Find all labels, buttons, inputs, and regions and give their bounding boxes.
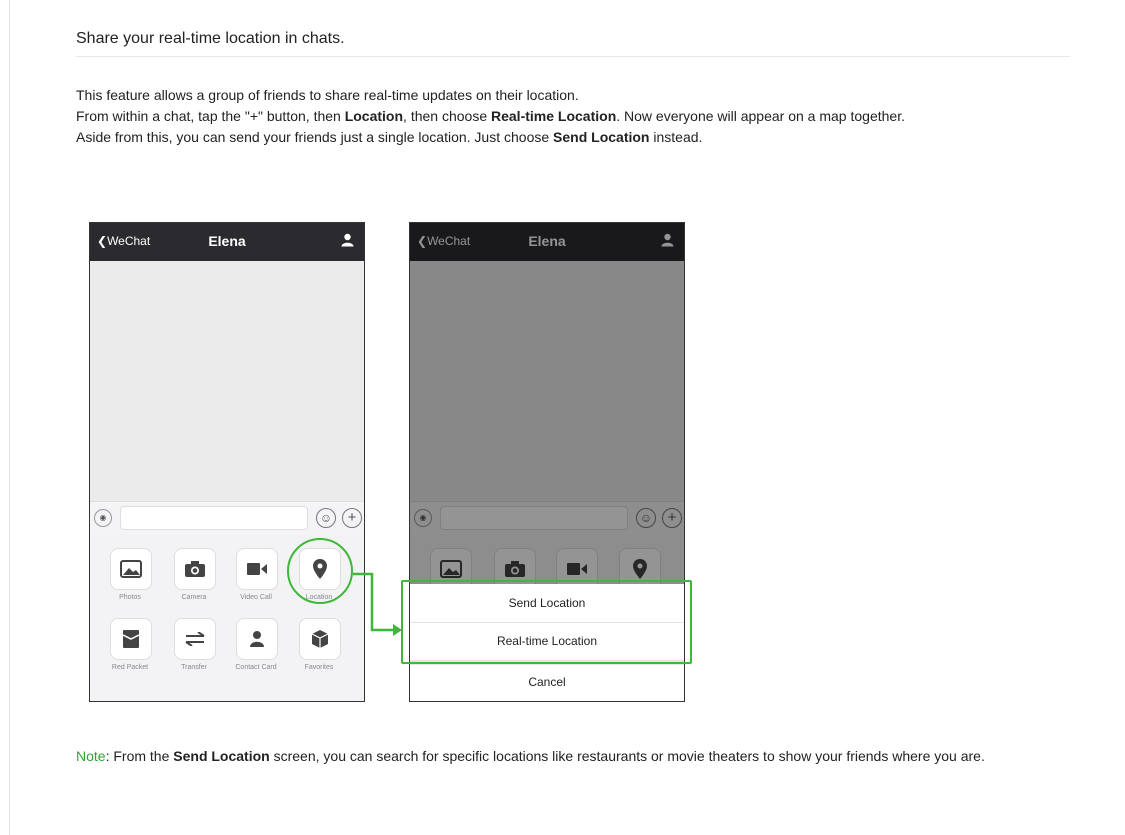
note-part-a: : From the (105, 748, 174, 764)
note-part-c: screen, you can search for specific loca… (269, 748, 985, 764)
connector-arrow-icon (353, 572, 402, 636)
note-label: Note (76, 748, 106, 764)
note-send-location: Send Location (173, 748, 270, 764)
note-text: Note: From the Send Location screen, you… (76, 746, 1076, 767)
